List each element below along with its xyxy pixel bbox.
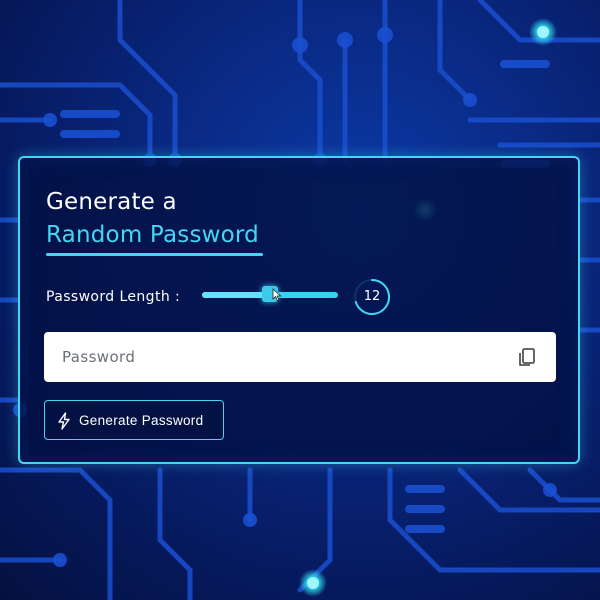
lightning-icon bbox=[58, 412, 70, 430]
mouse-cursor-icon bbox=[272, 288, 282, 302]
password-length-label: Password Length : bbox=[46, 289, 181, 305]
slider-fill bbox=[202, 292, 270, 298]
password-length-value: 12 bbox=[363, 289, 381, 304]
password-generator-card: Generate a Random Password Password Leng… bbox=[18, 156, 580, 464]
copy-icon[interactable] bbox=[514, 344, 540, 370]
title-line-2: Random Password bbox=[46, 222, 259, 248]
generate-password-button[interactable]: Generate Password bbox=[44, 400, 224, 440]
title-line-1: Generate a bbox=[46, 189, 177, 215]
background-circuit: Generate a Random Password Password Leng… bbox=[0, 0, 600, 600]
password-length-slider[interactable] bbox=[202, 286, 338, 302]
generate-password-label: Generate Password bbox=[79, 413, 204, 428]
password-output-field[interactable] bbox=[44, 332, 556, 382]
title-underline bbox=[46, 253, 263, 256]
